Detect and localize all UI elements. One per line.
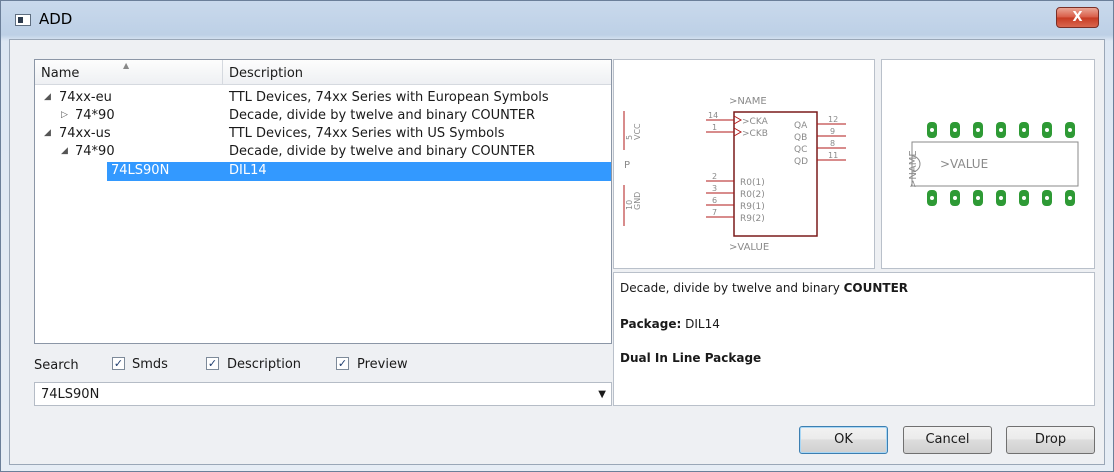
- pin-label: QA: [794, 121, 808, 131]
- search-label: Search: [34, 358, 79, 373]
- pin-label: R0(1): [740, 178, 765, 188]
- pin-number: 11: [828, 151, 838, 160]
- cancel-button[interactable]: Cancel: [903, 426, 992, 454]
- pin-number: 14: [708, 111, 718, 120]
- library-tree[interactable]: ▲ Name Description ◢ 74xx-eu TTL Devices…: [34, 59, 612, 344]
- tree-row-description: Decade, divide by twelve and binary COUN…: [229, 108, 535, 123]
- add-dialog: ADD X ▲ Name Description ◢ 74xx-eu TTL D…: [0, 0, 1114, 472]
- tree-row-name: 74xx-us: [59, 126, 111, 141]
- tree-row-name: 74xx-eu: [59, 90, 112, 105]
- pin-label: >CKA: [742, 117, 769, 127]
- pin-number: 3: [712, 184, 717, 193]
- description-text: Decade, divide by twelve and binary: [620, 281, 844, 295]
- tree-row-description: DIL14: [229, 163, 267, 178]
- tree-row-us-74-90[interactable]: ◢ 74*90 Decade, divide by twelve and bin…: [35, 143, 611, 162]
- pin-label: QD: [794, 157, 808, 167]
- preview-label[interactable]: Preview: [357, 357, 408, 372]
- smds-label[interactable]: Smds: [132, 357, 168, 372]
- pin-number: 1: [712, 123, 717, 132]
- package-description: Dual In Line Package: [620, 351, 761, 365]
- pin-label: R9(2): [740, 214, 765, 224]
- symbol-p-label: P: [624, 160, 630, 171]
- vcc-label: VCC: [633, 123, 642, 140]
- app-icon: [15, 14, 31, 26]
- search-input[interactable]: 74LS90N: [41, 387, 99, 402]
- package-value-label: >VALUE: [940, 157, 988, 171]
- gnd-label: GND: [633, 192, 642, 210]
- symbol-value-label: >VALUE: [729, 242, 769, 253]
- pin-label: R9(1): [740, 202, 765, 212]
- pin-number: 7: [712, 208, 717, 217]
- selection-highlight: [107, 162, 611, 181]
- tree-row-74ls90n[interactable]: 74LS90N DIL14: [35, 162, 611, 181]
- expand-icon[interactable]: ◢: [61, 146, 68, 156]
- pin-number: 12: [828, 115, 838, 124]
- package-footprint: >NAME >VALUE: [908, 122, 1079, 206]
- tree-row-description: TTL Devices, 74xx Series with European S…: [229, 90, 549, 105]
- pin-label: QC: [794, 145, 807, 155]
- tree-row-description: TTL Devices, 74xx Series with US Symbols: [229, 126, 505, 141]
- search-combobox[interactable]: 74LS90N ▼: [34, 382, 612, 406]
- tree-header: ▲ Name Description: [35, 60, 611, 85]
- package-label: Package:: [620, 317, 682, 331]
- preview-checkbox[interactable]: ✓: [336, 357, 349, 370]
- expand-icon[interactable]: ◢: [44, 92, 51, 102]
- pin-label: >CKB: [742, 129, 768, 139]
- dropdown-arrow-icon[interactable]: ▼: [598, 389, 606, 400]
- close-button[interactable]: X: [1056, 7, 1099, 28]
- package-line: Package: DIL14: [620, 317, 720, 331]
- device-details: Decade, divide by twelve and binary COUN…: [613, 272, 1095, 406]
- column-header-name[interactable]: ▲ Name: [35, 60, 223, 84]
- pin-number: 2: [712, 172, 717, 181]
- package-preview: >NAME >VALUE: [881, 59, 1095, 269]
- tree-row-description: Decade, divide by twelve and binary COUN…: [229, 144, 535, 159]
- column-header-description[interactable]: Description: [223, 60, 613, 84]
- package-description-text: Dual In Line Package: [620, 351, 762, 365]
- description-bold: COUNTER: [843, 281, 909, 295]
- tree-row-74xx-us[interactable]: ◢ 74xx-us TTL Devices, 74xx Series with …: [35, 125, 611, 144]
- device-description: Decade, divide by twelve and binary COUN…: [620, 281, 908, 295]
- collapsed-icon[interactable]: ▷: [61, 110, 68, 120]
- tree-row-name: 74LS90N: [111, 163, 170, 178]
- ok-button[interactable]: OK: [799, 426, 888, 454]
- tree-row-name: 74*90: [75, 144, 115, 159]
- tree-row-74xx-eu[interactable]: ◢ 74xx-eu TTL Devices, 74xx Series with …: [35, 89, 611, 108]
- column-description-label: Description: [229, 66, 304, 81]
- drop-button[interactable]: Drop: [1006, 426, 1095, 454]
- title-bar: ADD X: [1, 1, 1113, 35]
- smds-checkbox[interactable]: ✓: [112, 357, 125, 370]
- symbol-name-label: >NAME: [729, 96, 767, 107]
- description-checkbox[interactable]: ✓: [206, 357, 219, 370]
- symbol-preview: >NAME >VALUE P 5 VCC 10 GND 14 1 2 3 6 7…: [613, 59, 875, 269]
- description-label[interactable]: Description: [227, 357, 301, 372]
- sort-ascending-icon: ▲: [123, 61, 130, 70]
- pin-number: 9: [830, 127, 835, 136]
- pin-number: 8: [830, 139, 835, 148]
- schematic-symbol: >NAME >VALUE P 5 VCC 10 GND 14 1 2 3 6 7…: [623, 96, 846, 253]
- package-name-label: >NAME: [908, 150, 919, 188]
- tree-row-name: 74*90: [75, 108, 115, 123]
- package-value: DIL14: [685, 317, 720, 331]
- window-title: ADD: [39, 10, 73, 28]
- pin-number: 6: [712, 196, 717, 205]
- expand-icon[interactable]: ◢: [44, 128, 51, 138]
- dialog-content: ▲ Name Description ◢ 74xx-eu TTL Devices…: [9, 39, 1105, 465]
- pin-label: QB: [794, 133, 807, 143]
- tree-row-eu-74-90[interactable]: ▷ 74*90 Decade, divide by twelve and bin…: [35, 107, 611, 126]
- column-name-label: Name: [41, 66, 80, 81]
- pin-label: R0(2): [740, 190, 765, 200]
- search-options: Search ✓ Smds ✓ Description ✓ Preview: [34, 354, 612, 376]
